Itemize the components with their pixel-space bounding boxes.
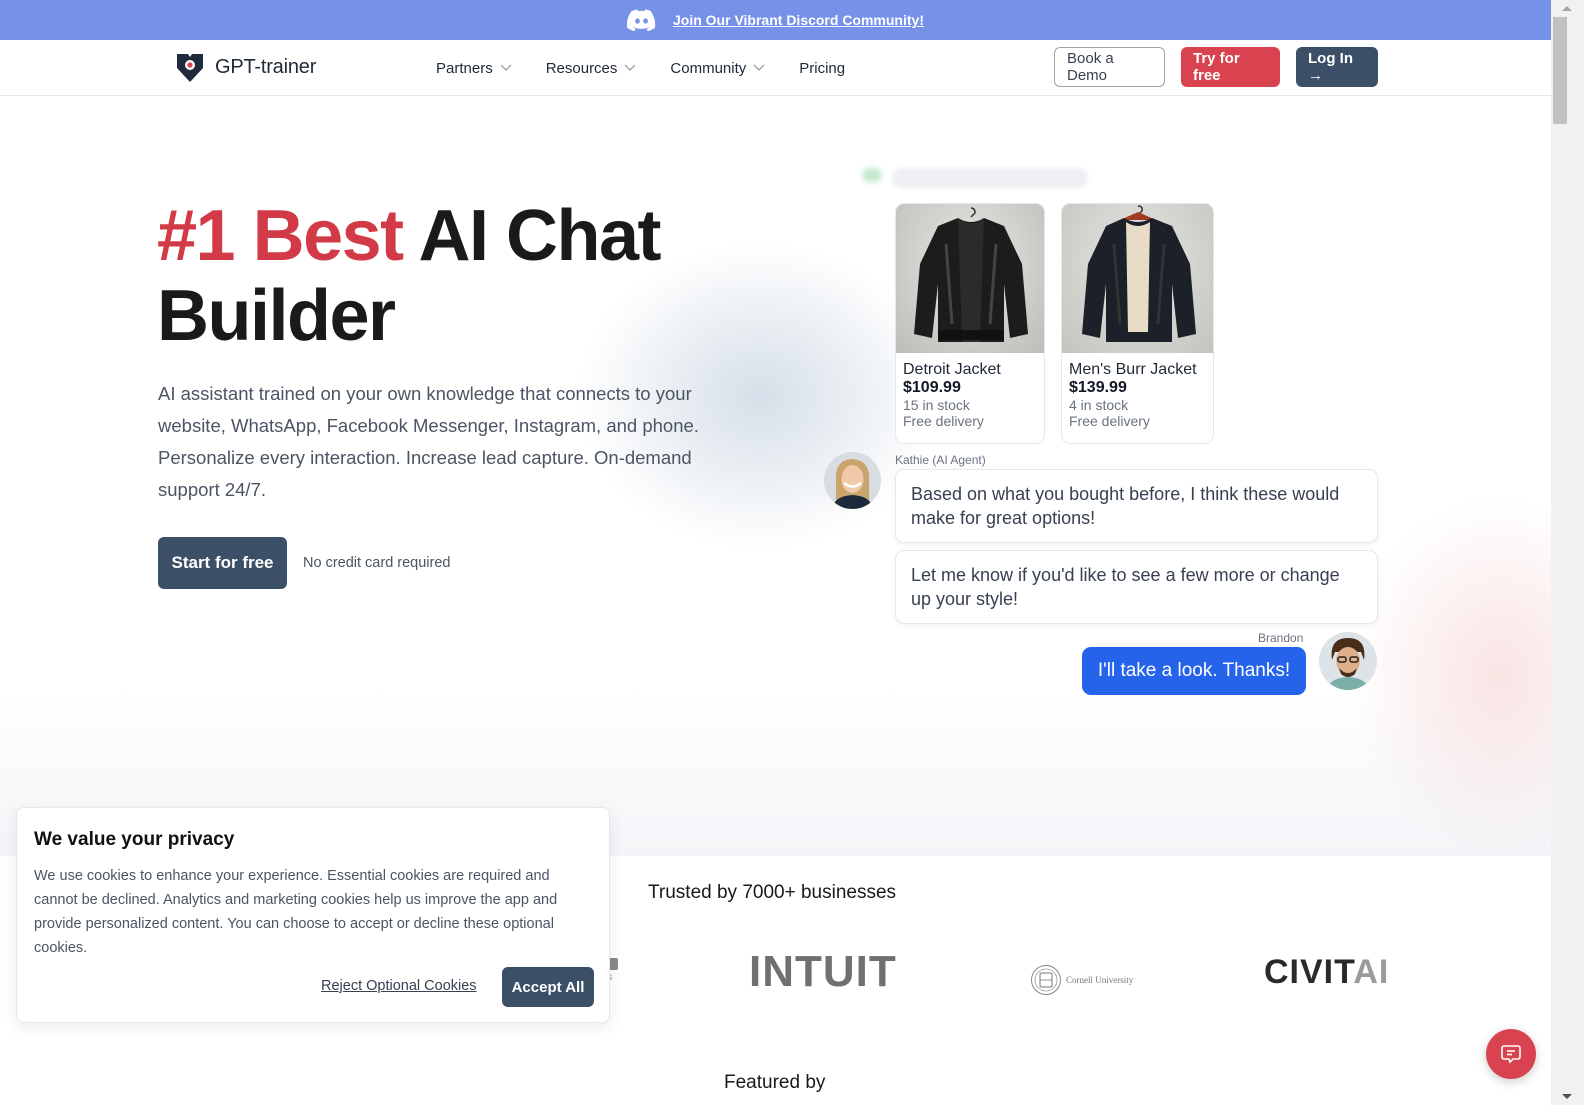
chat-launcher-button[interactable] [1486,1029,1536,1079]
discord-community-link[interactable]: Join Our Vibrant Discord Community! [673,12,924,28]
agent-portrait-icon [824,452,881,509]
scroll-down-arrow-icon[interactable] [1562,1094,1572,1099]
nav-links: Partners Resources Community Pricing [436,40,845,96]
product-name: Men's Burr Jacket [1069,361,1197,378]
product-info: Men's Burr Jacket $139.99 4 in stock Fre… [1062,353,1213,429]
product-info: Detroit Jacket $109.99 15 in stock Free … [896,353,1044,429]
headline-accent: #1 Best [157,196,404,276]
civitai-logo: CIVITAI [1264,948,1389,996]
user-avatar [1319,632,1377,690]
reject-optional-cookies-button[interactable]: Reject Optional Cookies [321,978,477,994]
chat-bubble-icon [1501,1045,1521,1064]
product-delivery: Free delivery [903,413,984,429]
hero-subcopy: AI assistant trained on your own knowled… [158,383,699,500]
jacket-image [1062,204,1213,353]
nav-item-community[interactable]: Community [670,60,765,77]
intuit-logo: INTUIT [749,947,897,996]
agent-name: Kathie (AI Agent) [895,453,986,467]
hero-headline: #1 Best AI Chat Builder [157,196,662,356]
nav-item-label: Partners [436,59,493,77]
scroll-thumb[interactable] [1553,17,1567,124]
jacket-illustration-icon [914,207,1028,342]
jacket-illustration-icon [1082,205,1196,342]
product-price: $139.99 [1069,379,1127,396]
cornell-logo: Cornell University [1030,956,1133,1004]
book-demo-button[interactable]: Book a Demo [1054,47,1165,87]
nav-item-label: Community [670,59,747,77]
cornell-seal-icon [1031,965,1061,995]
nav-actions: Book a Demo Try for free Log In → [1054,47,1378,87]
civitai-logo-dark: CIVIT [1264,953,1354,991]
trusted-heading: Trusted by 7000+ businesses [648,882,897,903]
headline-line2: Builder [157,276,396,356]
no-credit-card-note: No credit card required [303,555,451,571]
discord-icon [627,9,656,31]
cookie-title: We value your privacy [34,829,235,850]
nav-item-pricing[interactable]: Pricing [799,60,845,77]
logo-text: GPT-trainer [215,55,317,78]
agent-message: Let me know if you'd like to see a few m… [895,550,1378,624]
user-portrait-icon [1319,632,1377,690]
scroll-up-arrow-icon[interactable] [1562,6,1572,11]
announcement-bar: Join Our Vibrant Discord Community! [0,0,1551,40]
civitai-logo-light: AI [1353,953,1390,991]
nav-item-label: Pricing [799,59,846,77]
cookie-consent-dialog: We value your privacy We use cookies to … [16,807,610,1023]
nav-item-resources[interactable]: Resources [546,60,637,77]
nav-item-label: Resources [545,59,618,77]
featured-heading: Featured by [724,1072,826,1093]
nav-item-partners[interactable]: Partners [436,60,512,77]
product-stock: 4 in stock [1069,397,1129,413]
accept-all-cookies-button[interactable]: Accept All [502,967,594,1007]
cookie-body: We use cookies to enhance your experienc… [34,868,558,956]
product-card[interactable]: Men's Burr Jacket $139.99 4 in stock Fre… [1061,203,1214,444]
login-button[interactable]: Log In → [1296,47,1378,87]
product-delivery: Free delivery [1069,413,1150,429]
product-name: Detroit Jacket [903,361,1001,378]
product-card[interactable]: Detroit Jacket $109.99 15 in stock Free … [895,203,1045,444]
chevron-down-icon [624,64,636,71]
user-message: I'll take a look. Thanks! [1082,647,1306,695]
blurred-indicator [862,168,882,182]
page-scrollbar[interactable] [1551,0,1584,1105]
user-name: Brandon [1258,631,1304,645]
cornell-logo-text: Cornell University [1066,975,1134,985]
gpt-trainer-logo-icon [177,54,203,82]
start-for-free-button[interactable]: Start for free [158,537,287,589]
try-for-free-button[interactable]: Try for free [1181,47,1280,87]
product-price: $109.99 [903,379,961,396]
logo[interactable]: GPT-trainer [173,50,316,84]
headline-text: AI Chat [402,196,661,276]
chevron-down-icon [500,64,512,71]
top-navigation: GPT-trainer Partners Resources Community… [0,40,1551,96]
product-stock: 15 in stock [903,397,970,413]
chevron-down-icon [753,64,765,71]
blurred-message [892,168,1088,188]
agent-message: Based on what you bought before, I think… [895,469,1378,543]
agent-avatar [824,452,881,509]
jacket-image [896,204,1044,353]
